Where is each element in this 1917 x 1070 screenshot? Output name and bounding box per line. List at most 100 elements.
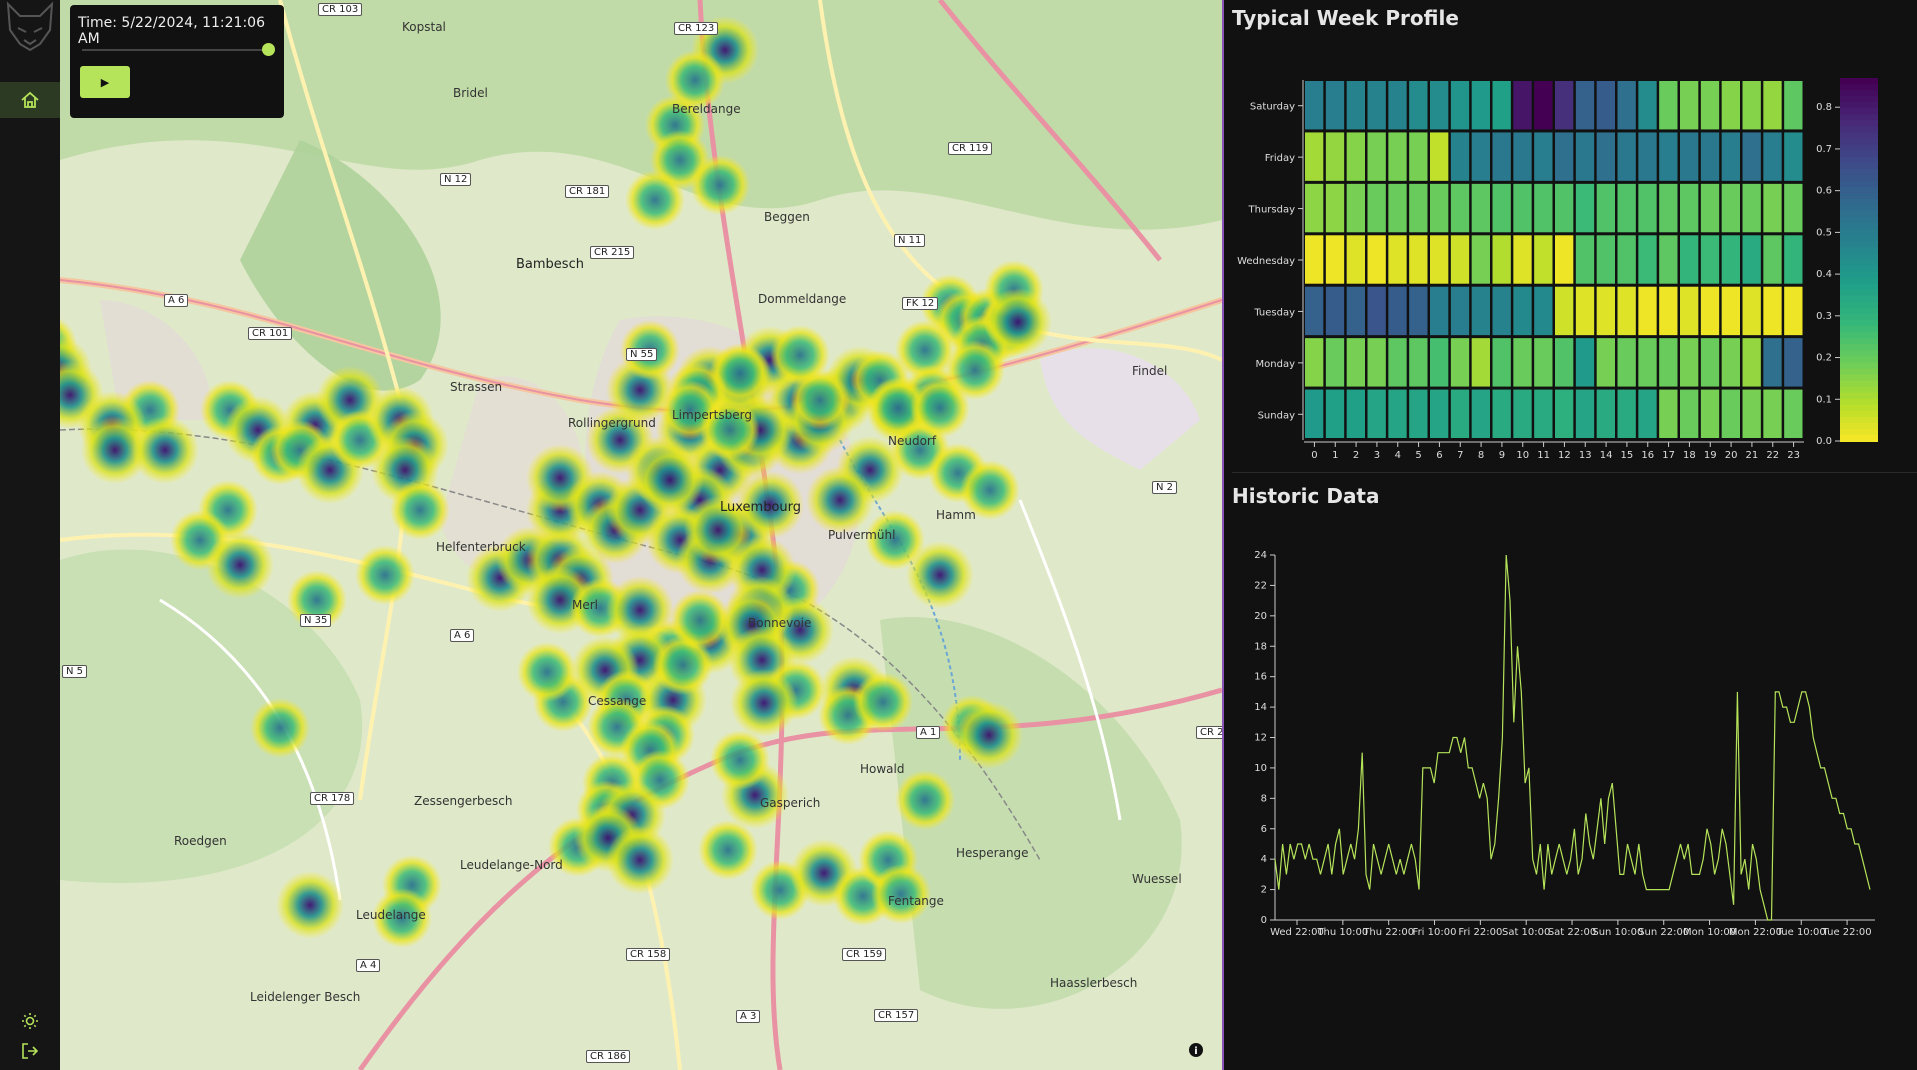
heat-blob bbox=[690, 155, 750, 215]
place-label: Hesperange bbox=[956, 846, 1029, 860]
logout-button[interactable] bbox=[0, 1033, 60, 1069]
place-label: Pulvermühl bbox=[828, 528, 896, 542]
road-tag: A 6 bbox=[164, 294, 189, 307]
place-label: Roedgen bbox=[174, 834, 227, 848]
road-tag: A 4 bbox=[356, 959, 381, 972]
road-tag: N 35 bbox=[300, 614, 332, 627]
heat-blob bbox=[606, 826, 674, 894]
heat-blob bbox=[910, 378, 970, 438]
svg-text:i: i bbox=[1194, 1046, 1197, 1057]
road-tag: CR 181 bbox=[565, 185, 610, 198]
x-tick-label: Wed 22:00 bbox=[1270, 927, 1324, 938]
y-tick-label: 20 bbox=[1254, 611, 1267, 622]
road-tag: N 55 bbox=[626, 348, 658, 361]
road-tag: CR 157 bbox=[874, 1009, 919, 1022]
y-tick-label: 22 bbox=[1254, 580, 1267, 591]
road-tag: N 5 bbox=[62, 665, 88, 678]
place-label: Rollingergrund bbox=[568, 416, 656, 430]
y-tick-label: 4 bbox=[1261, 854, 1267, 865]
heat-blob bbox=[806, 466, 874, 534]
place-label: Leudelange-Nord bbox=[460, 858, 563, 872]
place-label: Luxembourg bbox=[720, 500, 802, 515]
road-tag: CR 186 bbox=[586, 1050, 631, 1063]
road-tag: CR 2 bbox=[1196, 726, 1222, 739]
y-tick-label: 18 bbox=[1254, 641, 1267, 652]
place-label: Leudelange bbox=[356, 908, 426, 922]
road-tag: CR 215 bbox=[590, 246, 635, 259]
x-tick-label: Sat 22:00 bbox=[1548, 927, 1596, 938]
sun-icon bbox=[22, 1013, 38, 1029]
road-tag: CR 123 bbox=[674, 22, 719, 35]
place-label: Neudorf bbox=[888, 434, 937, 448]
heat-blob bbox=[131, 416, 199, 484]
road-tag: A 3 bbox=[736, 1010, 761, 1023]
heat-blob bbox=[390, 480, 450, 540]
sidebar bbox=[0, 0, 60, 1070]
info-icon[interactable]: i bbox=[1188, 1042, 1204, 1058]
place-label: Bambesch bbox=[516, 257, 584, 272]
y-tick-label: 8 bbox=[1261, 793, 1267, 804]
road-tag: FK 12 bbox=[902, 297, 939, 310]
place-label: Leidelenger Besch bbox=[250, 990, 361, 1004]
place-label: Howald bbox=[860, 762, 905, 776]
x-tick-label: Fri 10:00 bbox=[1413, 927, 1457, 938]
road-tag: CR 119 bbox=[948, 142, 993, 155]
heat-blob bbox=[276, 871, 344, 939]
road-tag: A 6 bbox=[450, 629, 475, 642]
heat-map-view[interactable]: Kopstal Bridel Bereldange Beggen Bambesc… bbox=[60, 0, 1222, 1070]
heat-blob bbox=[636, 446, 704, 514]
place-label: Strassen bbox=[450, 380, 503, 394]
time-label: Time: 5/22/2024, 11:21:06 AM bbox=[78, 15, 265, 47]
y-tick-label: 14 bbox=[1254, 702, 1267, 713]
logout-icon bbox=[22, 1043, 39, 1059]
place-label: Beggen bbox=[764, 210, 810, 224]
heat-blob bbox=[625, 170, 685, 230]
road-tag: CR 103 bbox=[318, 3, 363, 16]
y-tick-label: 24 bbox=[1254, 550, 1267, 561]
x-tick-label: Sat 10:00 bbox=[1502, 927, 1550, 938]
place-label: Dommeldange bbox=[758, 292, 847, 306]
road-tag: CR 178 bbox=[310, 792, 355, 805]
y-tick-label: 16 bbox=[1254, 672, 1267, 683]
heat-blob bbox=[770, 325, 830, 385]
y-tick-label: 10 bbox=[1254, 763, 1267, 774]
road-tag: N 11 bbox=[894, 234, 926, 247]
road-tag: CR 158 bbox=[626, 948, 671, 961]
place-label: Cessange bbox=[588, 694, 647, 708]
heat-blob bbox=[250, 698, 310, 758]
heat-blob bbox=[206, 531, 274, 599]
x-tick-label: Sun 10:00 bbox=[1592, 927, 1643, 938]
place-label: Helfenterbruck bbox=[436, 540, 526, 554]
play-button[interactable]: ▶ bbox=[80, 66, 130, 98]
heat-blob bbox=[895, 770, 955, 830]
road-tag: A 1 bbox=[916, 726, 941, 739]
y-tick-label: 0 bbox=[1261, 915, 1267, 926]
home-button[interactable] bbox=[0, 82, 60, 118]
map-background bbox=[60, 0, 1222, 1070]
place-label: Findel bbox=[1132, 364, 1168, 378]
x-tick-label: Tue 10:00 bbox=[1776, 927, 1826, 938]
place-label: Zessengerbesch bbox=[414, 794, 513, 808]
x-tick-label: Thu 22:00 bbox=[1362, 927, 1414, 938]
time-slider-thumb[interactable] bbox=[262, 43, 276, 56]
y-tick-label: 6 bbox=[1261, 824, 1267, 835]
heat-blob bbox=[984, 288, 1052, 356]
place-label: Merl bbox=[572, 598, 599, 612]
x-tick-label: Tue 22:00 bbox=[1822, 927, 1872, 938]
road-tag: CR 101 bbox=[248, 327, 293, 340]
stats-panel: Saturday Friday Thursday Wednesday Tuesday Mo… bbox=[1224, 0, 1917, 1070]
fox-head-logo bbox=[6, 1, 54, 52]
heat-blob bbox=[955, 701, 1023, 769]
heat-blob bbox=[355, 545, 415, 605]
y-tick-label: 12 bbox=[1254, 733, 1267, 744]
time-slider[interactable] bbox=[82, 43, 276, 56]
x-tick-label: Mon 22:00 bbox=[1729, 927, 1782, 938]
heat-blob bbox=[853, 672, 913, 732]
place-label: Kopstal bbox=[402, 20, 446, 34]
place-label: Limpertsberg bbox=[672, 408, 752, 422]
historic-data-chart: 024681012141618202224Wed 22:00Thu 10:00T… bbox=[1254, 550, 1875, 938]
heat-blob bbox=[906, 541, 974, 609]
heat-blob bbox=[517, 642, 577, 702]
place-label: Bereldange bbox=[672, 102, 741, 116]
time-control-panel: Time: 5/22/2024, 11:21:06 AM ▶ bbox=[70, 5, 284, 118]
